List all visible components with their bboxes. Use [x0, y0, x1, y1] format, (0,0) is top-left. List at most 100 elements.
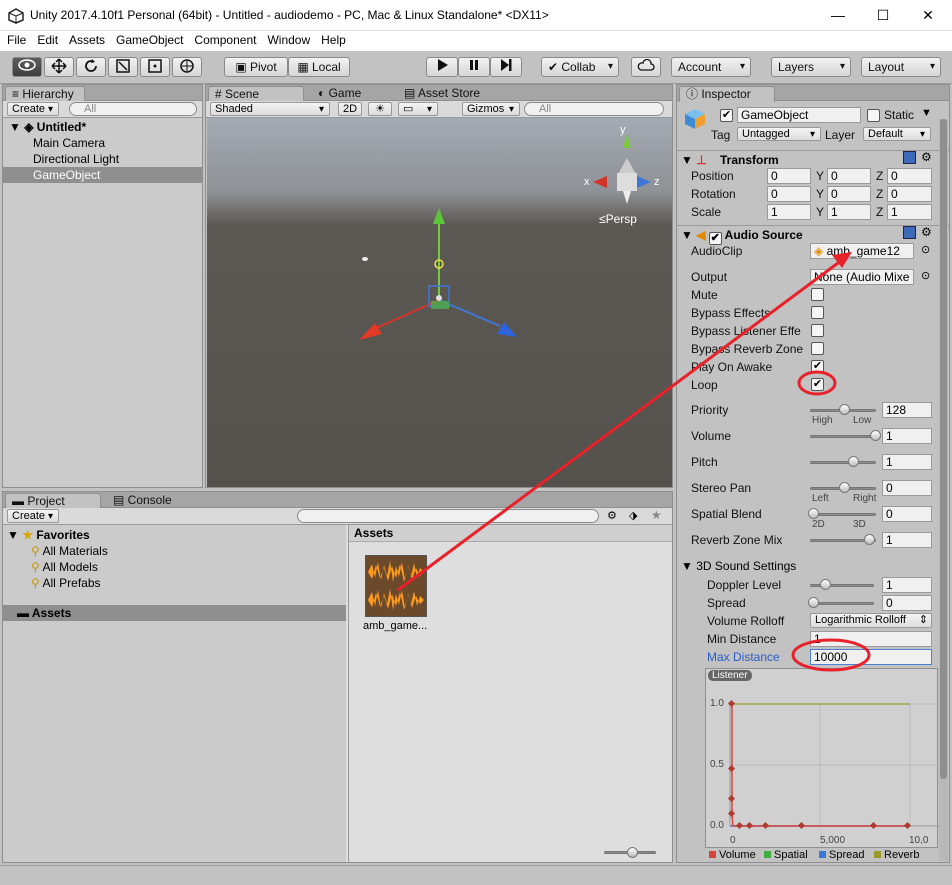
layout-dropdown[interactable]: Layout — [861, 57, 941, 77]
object-picker-icon[interactable]: ⊙ — [921, 269, 930, 282]
doppler-input[interactable]: 1 — [882, 577, 932, 593]
move-tool-button[interactable] — [44, 57, 74, 77]
audio-slider-track[interactable] — [810, 435, 876, 438]
rotation-z-input[interactable]: 0 — [887, 186, 932, 202]
help-book-icon[interactable] — [903, 226, 916, 239]
audio-slider-knob[interactable] — [848, 456, 860, 467]
spread-slider[interactable] — [810, 602, 874, 605]
settings-gear-icon[interactable]: ⚙ — [921, 225, 932, 239]
inspector-scrollbar[interactable] — [939, 119, 948, 861]
max-distance-input[interactable]: 10000 — [810, 649, 932, 665]
scene-search-input[interactable]: All — [524, 102, 664, 116]
tab-asset-store[interactable]: ▤ Asset Store — [398, 86, 486, 102]
audio-slider-knob[interactable] — [839, 482, 850, 493]
scene-root-row[interactable]: ▼ ◈ Untitled* — [3, 119, 202, 135]
settings-gear-icon[interactable]: ⚙ — [921, 150, 932, 164]
toggle-2d-button[interactable]: 2D — [338, 102, 362, 116]
hierarchy-search-input[interactable]: All — [69, 102, 197, 116]
close-button[interactable]: ✕ — [905, 0, 951, 31]
cloud-button[interactable] — [631, 57, 661, 77]
tab-inspector[interactable]: ⓘ Inspector — [679, 86, 775, 102]
output-field[interactable]: None (Audio Mixe — [810, 269, 914, 285]
step-button[interactable] — [490, 57, 522, 77]
tab-scene[interactable]: # Scene — [208, 86, 304, 102]
audio-checkbox[interactable] — [811, 324, 824, 337]
account-dropdown[interactable]: Account — [671, 57, 751, 77]
project-search-input[interactable] — [297, 509, 599, 523]
audio-slider-input[interactable]: 0 — [882, 506, 932, 522]
layer-dropdown[interactable]: Default — [863, 127, 931, 141]
volume-rolloff-dropdown[interactable]: Logarithmic Rolloff ⇕ — [810, 613, 932, 628]
favorite-all-prefabs[interactable]: ⚲ All Prefabs — [3, 575, 346, 591]
scale-z-input[interactable]: 1 — [887, 204, 932, 220]
shaded-dropdown[interactable]: Shaded — [210, 102, 330, 116]
audio-slider-knob[interactable] — [863, 534, 875, 545]
position-y-input[interactable]: 0 — [827, 168, 871, 184]
thumbnail-size-knob[interactable] — [627, 847, 638, 858]
hierarchy-item-directional-light[interactable]: Directional Light — [3, 151, 202, 167]
doppler-knob[interactable] — [820, 579, 832, 590]
rotation-x-input[interactable]: 0 — [767, 186, 811, 202]
audio-slider-input[interactable]: 1 — [882, 428, 932, 444]
pivot-toggle[interactable]: ▣ Pivot — [224, 57, 288, 77]
play-button[interactable] — [426, 57, 458, 77]
hierarchy-create-dropdown[interactable]: Create — [7, 102, 59, 116]
tab-hierarchy[interactable]: ≡ Hierarchy — [5, 86, 85, 102]
menu-gameobject[interactable]: GameObject — [109, 31, 187, 47]
audio-slider-input[interactable]: 0 — [882, 480, 932, 496]
menu-edit[interactable]: Edit — [30, 31, 62, 47]
inspector-scroll-thumb[interactable] — [940, 119, 947, 779]
lighting-toggle[interactable]: ☀ — [368, 102, 392, 116]
audio-slider-knob[interactable] — [870, 430, 881, 441]
project-create-dropdown[interactable]: Create — [7, 509, 59, 523]
gameobject-active-checkbox[interactable]: ✔ — [720, 109, 733, 122]
gizmos-dropdown[interactable]: Gizmos — [462, 102, 520, 116]
effects-dropdown[interactable]: ▭ — [398, 102, 438, 116]
favorite-all-materials[interactable]: ⚲ All Materials — [3, 543, 346, 559]
audio-slider-track[interactable] — [810, 461, 876, 464]
scale-tool-button[interactable] — [108, 57, 138, 77]
menu-file[interactable]: File — [0, 31, 30, 47]
scale-y-input[interactable]: 1 — [827, 204, 871, 220]
tab-game[interactable]: ◐ Game — [312, 86, 367, 102]
help-book-icon[interactable] — [903, 151, 916, 164]
audio-slider-input[interactable]: 1 — [882, 532, 932, 548]
menu-assets[interactable]: Assets — [62, 31, 109, 47]
audio-checkbox[interactable] — [811, 306, 824, 319]
pause-button[interactable] — [458, 57, 490, 77]
rect-tool-button[interactable] — [140, 57, 170, 77]
tag-icon[interactable]: ⬗ — [629, 509, 637, 522]
local-toggle[interactable]: ▦ Local — [288, 57, 350, 77]
audio-slider-knob[interactable] — [808, 508, 819, 519]
assets-folder-row[interactable]: ▬ Assets — [3, 605, 346, 621]
spread-input[interactable]: 0 — [882, 595, 932, 611]
view-tool-button[interactable] — [12, 57, 42, 77]
rolloff-graph[interactable]: Listener 1.0 0.5 0.0 0 5,000 10,0 — [705, 668, 939, 848]
audio-slider-knob[interactable] — [839, 404, 850, 415]
star-favorite-icon[interactable]: ★ — [651, 508, 662, 522]
layers-dropdown[interactable]: Layers — [771, 57, 851, 77]
scale-x-input[interactable]: 1 — [767, 204, 811, 220]
minimize-button[interactable]: — — [815, 0, 861, 31]
persp-label[interactable]: ≤Persp — [599, 212, 637, 226]
tag-dropdown[interactable]: Untagged — [737, 127, 821, 141]
audio-slider-input[interactable]: 128 — [882, 402, 932, 418]
static-checkbox[interactable] — [867, 109, 880, 122]
tab-console[interactable]: ▤ Console — [107, 493, 178, 509]
maximize-button[interactable]: ☐ — [860, 0, 906, 31]
static-dropdown[interactable]: ▼ — [921, 107, 932, 119]
gameobject-name-input[interactable]: GameObject — [737, 107, 861, 123]
min-distance-input[interactable]: 1 — [810, 631, 932, 647]
favorites-row[interactable]: ▼ ★ Favorites — [3, 527, 346, 543]
audio-checkbox[interactable]: ✔ — [811, 360, 824, 373]
menu-component[interactable]: Component — [187, 31, 260, 47]
favorite-all-models[interactable]: ⚲ All Models — [3, 559, 346, 575]
position-z-input[interactable]: 0 — [887, 168, 932, 184]
object-picker-icon[interactable]: ⊙ — [921, 243, 930, 256]
scene-viewport[interactable]: y x z ≤Persp — [207, 118, 672, 487]
sound3d-header[interactable]: ▼ 3D Sound Settings — [681, 559, 796, 573]
collab-dropdown[interactable]: ✔ Collab — [541, 57, 619, 77]
tab-project[interactable]: ▬ Project — [5, 493, 101, 509]
position-x-input[interactable]: 0 — [767, 168, 811, 184]
spread-knob[interactable] — [808, 597, 819, 608]
